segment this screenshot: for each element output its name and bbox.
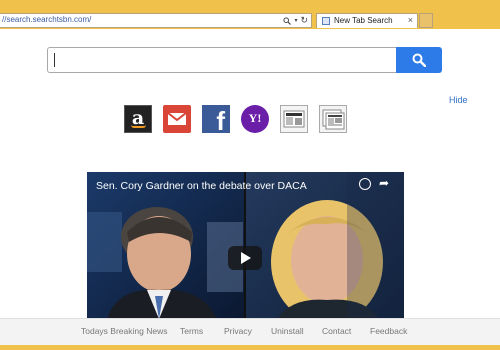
address-text[interactable]: //search.searchtsbn.com/ xyxy=(2,15,91,24)
tab-title: New Tab Search xyxy=(334,16,393,25)
window-bottom-border xyxy=(0,345,500,350)
newspaper-icon[interactable] xyxy=(319,105,347,133)
gmail-icon[interactable] xyxy=(163,105,191,133)
newspaper-icon[interactable] xyxy=(280,105,308,133)
video-title: Sen. Cory Gardner on the debate over DAC… xyxy=(96,180,307,192)
search-input[interactable] xyxy=(47,47,397,73)
search-button[interactable] xyxy=(396,47,442,73)
address-bar[interactable]: //search.searchtsbn.com/ ▾ ↻ xyxy=(0,13,312,28)
tab-new-tab-search[interactable]: New Tab Search × xyxy=(316,13,418,28)
footer-link-contact[interactable]: Contact xyxy=(322,326,351,336)
footer-link-uninstall[interactable]: Uninstall xyxy=(271,326,304,336)
search-icon[interactable] xyxy=(283,16,292,25)
page-content: Hide a f Y! Sen. Cory Gardner on the deb… xyxy=(0,29,500,319)
search-bar xyxy=(47,47,442,73)
play-icon[interactable] xyxy=(228,246,262,270)
close-icon[interactable]: × xyxy=(408,15,413,25)
shortcut-tiles: a f Y! xyxy=(124,105,347,135)
search-icon xyxy=(412,53,426,67)
text-cursor xyxy=(54,53,55,67)
footer-link-terms[interactable]: Terms xyxy=(180,326,203,336)
facebook-icon[interactable]: f xyxy=(202,105,230,135)
dropdown-icon[interactable]: ▾ xyxy=(294,17,297,24)
tab-favicon-icon xyxy=(322,17,330,25)
share-icon[interactable]: ➦ xyxy=(379,176,389,190)
video-player[interactable]: Sen. Cory Gardner on the debate over DAC… xyxy=(87,172,404,319)
watch-later-icon[interactable] xyxy=(359,178,371,190)
footer: Todays Breaking News Terms Privacy Unins… xyxy=(0,318,500,345)
footer-link-privacy[interactable]: Privacy xyxy=(224,326,252,336)
new-tab-button[interactable] xyxy=(419,13,433,28)
refresh-icon[interactable]: ↻ xyxy=(300,15,308,26)
browser-chrome: //search.searchtsbn.com/ ▾ ↻ New Tab Sea… xyxy=(0,0,500,30)
amazon-icon[interactable]: a xyxy=(124,105,152,133)
yahoo-icon[interactable]: Y! xyxy=(241,105,269,133)
hide-link[interactable]: Hide xyxy=(449,95,468,105)
footer-link-feedback[interactable]: Feedback xyxy=(370,326,407,336)
footer-link-todays-breaking-news[interactable]: Todays Breaking News xyxy=(81,326,167,336)
